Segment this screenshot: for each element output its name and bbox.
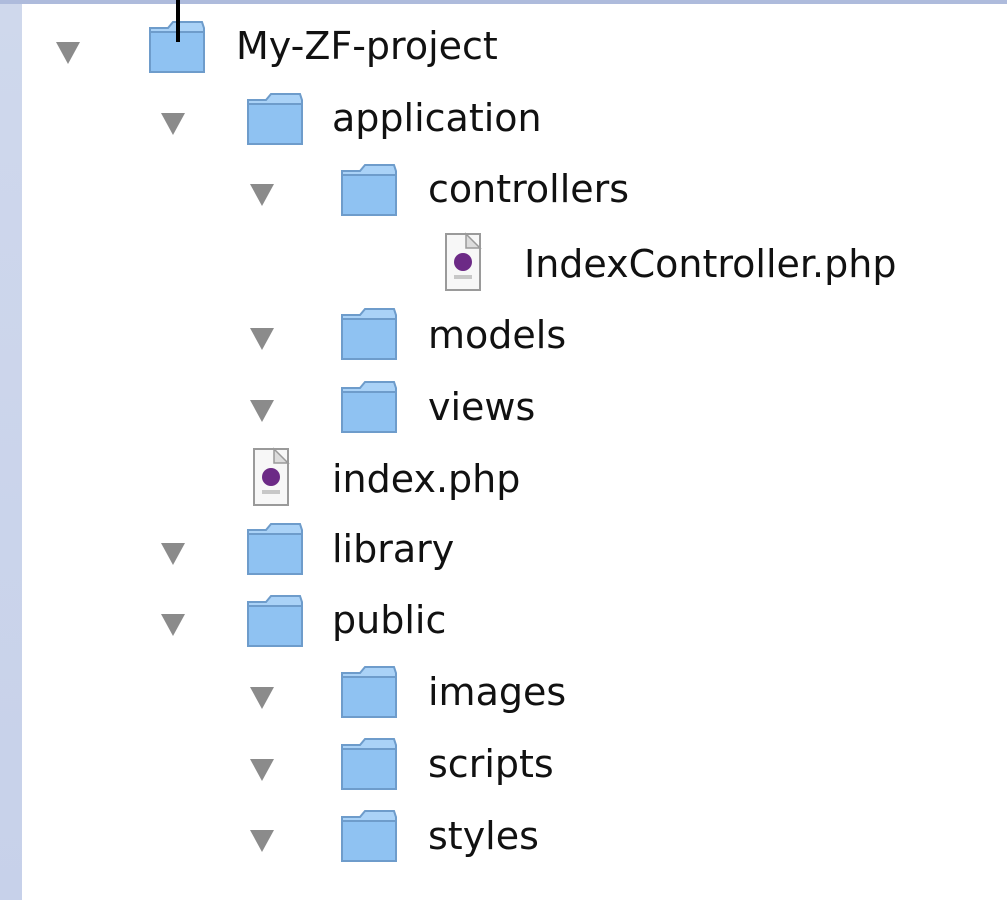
tree-item-label: views [428, 385, 536, 429]
php-file-icon [253, 447, 290, 506]
disclosure-triangle-icon[interactable] [250, 687, 274, 709]
tree-item-label: IndexController.php [524, 242, 897, 286]
folder-icon [341, 810, 397, 862]
folder-icon [341, 308, 397, 360]
tree-item-label: controllers [428, 167, 630, 211]
tree-item-label: application [332, 96, 542, 140]
disclosure-triangle-icon[interactable] [250, 400, 274, 422]
folder-icon [341, 381, 397, 433]
disclosure-triangle-icon[interactable] [56, 42, 80, 64]
folder-icon [247, 595, 303, 647]
folder-icon [341, 738, 397, 790]
tree-item-label: images [428, 670, 567, 714]
tree-item-label: public [332, 598, 447, 642]
disclosure-triangle-icon[interactable] [161, 113, 185, 135]
disclosure-triangle-icon[interactable] [250, 184, 274, 206]
tree-item-label: index.php [332, 457, 521, 501]
tree-item-label: My-ZF-project [236, 24, 498, 68]
folder-icon [247, 523, 303, 575]
folder-icon [341, 164, 397, 216]
disclosure-triangle-icon[interactable] [250, 759, 274, 781]
disclosure-triangle-icon[interactable] [250, 830, 274, 852]
folder-icon [341, 666, 397, 718]
tree-item-label: scripts [428, 742, 554, 786]
php-file-icon [445, 232, 482, 291]
disclosure-triangle-icon[interactable] [161, 614, 185, 636]
tree-item-label: styles [428, 814, 539, 858]
tree-item-label: library [332, 527, 455, 571]
disclosure-triangle-icon[interactable] [250, 328, 274, 350]
folder-icon [247, 93, 303, 145]
disclosure-triangle-icon[interactable] [161, 543, 185, 565]
text-cursor-line [176, 0, 180, 42]
tree-item-label: models [428, 313, 567, 357]
